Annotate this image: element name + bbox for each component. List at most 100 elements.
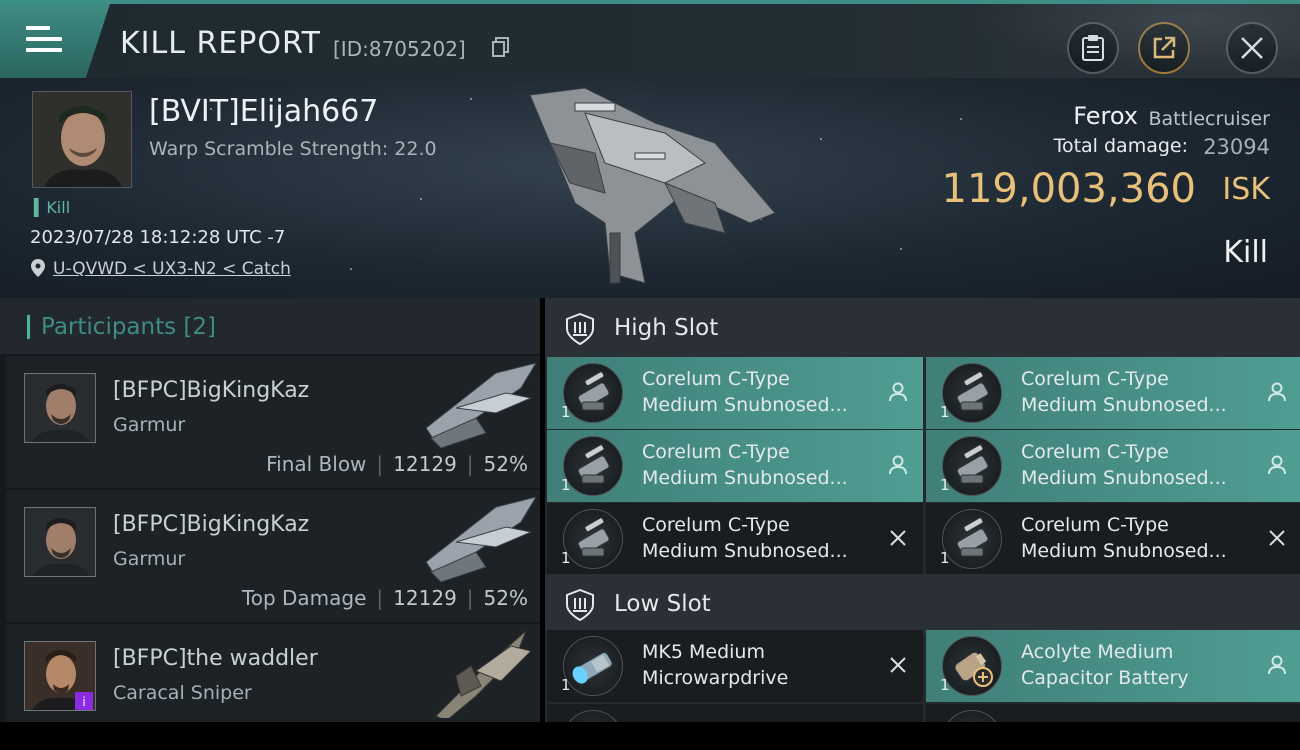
dropped-person-icon bbox=[1268, 382, 1286, 402]
microwarpdrive-icon bbox=[563, 636, 623, 696]
module-item[interactable]: 1 Corelum C-Type Medium Snubnosed... bbox=[547, 430, 923, 502]
module-item[interactable]: 1 Corelum C-Type Medium Snubnosed... bbox=[926, 430, 1300, 502]
low-slot-icon bbox=[566, 589, 594, 621]
participant-ship: Caracal Sniper bbox=[113, 682, 252, 704]
module-item[interactable]: 1 Corelum C-Type Medium Snubnosed... bbox=[926, 357, 1300, 429]
participant-percent: 52% bbox=[483, 452, 528, 476]
top-bar: KILL REPORT [ID:8705202] bbox=[0, 0, 1300, 82]
module-item-partial[interactable] bbox=[547, 704, 923, 722]
destroyed-x-icon bbox=[890, 530, 906, 546]
module-item[interactable]: 1 Acolyte Medium Capacitor Battery bbox=[926, 630, 1300, 702]
participant-avatar[interactable] bbox=[24, 373, 96, 443]
fitting-panel: High Slot 1 Corelum C-Type Medium Snubno… bbox=[545, 298, 1300, 722]
participant-row[interactable]: i [BFPC]the waddler Caracal Sniper bbox=[6, 624, 540, 722]
module-quantity: 1 bbox=[940, 476, 950, 494]
participant-stats: Top Damage | 12129 | 52% bbox=[241, 586, 528, 610]
module-name-line1: Corelum C-Type bbox=[1021, 441, 1169, 463]
module-quantity: 1 bbox=[561, 549, 571, 567]
capacitor-battery-icon bbox=[942, 636, 1002, 696]
clipboard-button[interactable] bbox=[1067, 22, 1119, 74]
total-damage-label: Total damage: bbox=[1053, 135, 1188, 157]
module-item[interactable]: 1 MK5 Medium Microwarpdrive bbox=[547, 630, 923, 702]
participants-panel: Participants [2] [BFPC]BigKingKaz Garmur… bbox=[0, 298, 540, 722]
module-name-line1: Corelum C-Type bbox=[642, 368, 790, 390]
turret-icon bbox=[942, 509, 1002, 569]
module-item[interactable]: 1 Corelum C-Type Medium Snubnosed... bbox=[926, 503, 1300, 575]
module-name-line1: Corelum C-Type bbox=[642, 514, 790, 536]
module-name-line2: Capacitor Battery bbox=[1021, 667, 1189, 689]
module-icon bbox=[942, 710, 1002, 722]
participant-ship-image bbox=[435, 630, 532, 718]
close-button[interactable] bbox=[1226, 22, 1278, 74]
high-slot-label: High Slot bbox=[614, 315, 719, 341]
module-quantity: 1 bbox=[940, 403, 950, 421]
turret-icon bbox=[563, 363, 623, 423]
module-name-line1: Corelum C-Type bbox=[1021, 368, 1169, 390]
destroyed-x-icon bbox=[890, 657, 906, 673]
module-name-line2: Medium Snubnosed... bbox=[1021, 540, 1227, 562]
participant-ship-image bbox=[425, 496, 538, 583]
participant-avatar[interactable]: i bbox=[24, 641, 96, 711]
svg-text:i: i bbox=[82, 695, 85, 709]
module-icon bbox=[563, 710, 623, 722]
participants-label: Participants bbox=[41, 314, 177, 340]
participant-damage: 12129 bbox=[393, 586, 457, 610]
module-item[interactable]: 1 Corelum C-Type Medium Snubnosed... bbox=[547, 357, 923, 429]
module-name-line1: Corelum C-Type bbox=[1021, 514, 1169, 536]
location-link[interactable]: U-QVWD < UX3-N2 < Catch bbox=[53, 259, 291, 279]
participant-ship-image bbox=[425, 362, 538, 449]
participant-damage: 12129 bbox=[393, 452, 457, 476]
ship-name[interactable]: Ferox bbox=[1073, 102, 1138, 130]
participant-row[interactable]: [BFPC]BigKingKaz Garmur Final Blow | 1212… bbox=[6, 356, 540, 488]
module-name-line1: Acolyte Medium bbox=[1021, 641, 1174, 663]
turret-icon bbox=[563, 509, 623, 569]
dropped-person-icon bbox=[1268, 455, 1286, 475]
share-button[interactable] bbox=[1138, 22, 1190, 74]
participant-role: Final Blow bbox=[266, 452, 367, 476]
low-slot-label: Low Slot bbox=[614, 591, 711, 617]
ship-class: Battlecruiser bbox=[1148, 108, 1270, 130]
module-quantity: 1 bbox=[561, 476, 571, 494]
clipboard-icon bbox=[1082, 35, 1104, 61]
kill-datetime: 2023/07/28 18:12:28 UTC -7 bbox=[30, 227, 286, 248]
participant-row[interactable]: [BFPC]BigKingKaz Garmur Top Damage | 1212… bbox=[6, 490, 540, 622]
dropped-person-icon bbox=[889, 455, 907, 475]
participant-stats: Final Blow | 12129 | 52% bbox=[266, 452, 528, 476]
copy-icon[interactable] bbox=[492, 37, 510, 57]
warp-scramble-strength: Warp Scramble Strength: 22.0 bbox=[149, 138, 437, 160]
isk-value: 119,003,360 bbox=[941, 166, 1196, 212]
module-name-line2: Medium Snubnosed... bbox=[642, 467, 848, 489]
participant-ship: Garmur bbox=[113, 548, 186, 570]
participant-name[interactable]: [BFPC]the waddler bbox=[113, 646, 318, 671]
module-name-line2: Medium Snubnosed... bbox=[1021, 394, 1227, 416]
turret-icon bbox=[942, 436, 1002, 496]
location-pin-icon bbox=[31, 259, 45, 277]
close-icon bbox=[1241, 37, 1263, 59]
share-icon bbox=[1153, 36, 1176, 59]
module-quantity: 1 bbox=[561, 676, 571, 694]
participants-header: Participants [2] bbox=[0, 298, 540, 354]
participant-name[interactable]: [BFPC]BigKingKaz bbox=[113, 512, 309, 537]
report-id: [ID:8705202] bbox=[333, 37, 466, 61]
victim-avatar[interactable] bbox=[32, 91, 132, 188]
destroyed-x-icon bbox=[1269, 530, 1285, 546]
participant-name[interactable]: [BFPC]BigKingKaz bbox=[113, 378, 309, 403]
participants-count: [2] bbox=[183, 314, 217, 340]
module-name-line1: Corelum C-Type bbox=[642, 441, 790, 463]
participant-avatar[interactable] bbox=[24, 507, 96, 577]
turret-icon bbox=[942, 363, 1002, 423]
menu-button[interactable] bbox=[0, 4, 110, 78]
module-quantity: 1 bbox=[940, 676, 950, 694]
module-item[interactable]: 1 Corelum C-Type Medium Snubnosed... bbox=[547, 503, 923, 575]
isk-unit: ISK bbox=[1222, 172, 1270, 207]
module-name-line2: Medium Snubnosed... bbox=[642, 394, 848, 416]
participant-ship: Garmur bbox=[113, 414, 186, 436]
module-name-line1: MK5 Medium bbox=[642, 641, 765, 663]
module-item-partial[interactable] bbox=[926, 704, 1300, 722]
high-slot-icon bbox=[566, 313, 594, 345]
total-damage-value: 23094 bbox=[1203, 135, 1270, 159]
victim-name[interactable]: [BVIT]Elijah667 bbox=[149, 94, 378, 129]
turret-icon bbox=[563, 436, 623, 496]
dropped-person-icon bbox=[889, 382, 907, 402]
high-slot-header: High Slot bbox=[545, 298, 1300, 358]
